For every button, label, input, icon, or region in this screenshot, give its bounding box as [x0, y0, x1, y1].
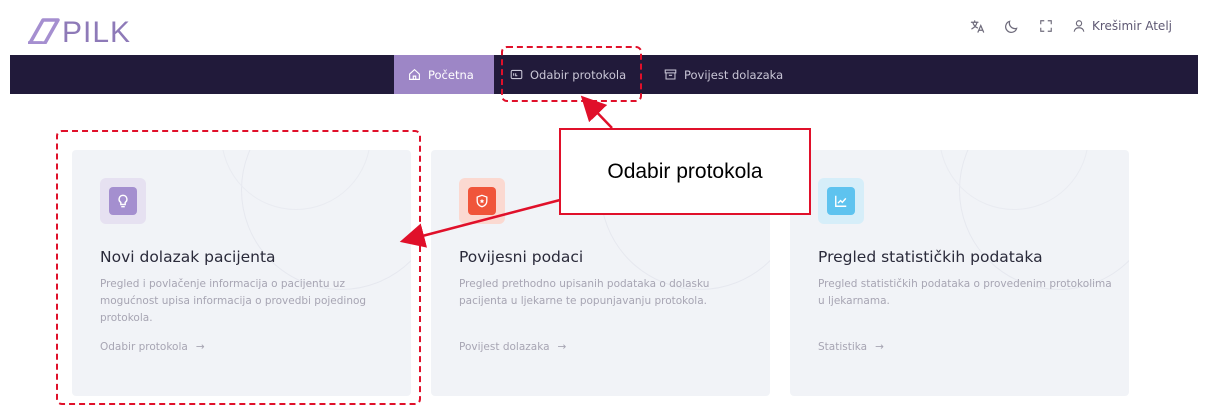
- page: PILK Krešimir Atelj Početna Odabir proto…: [0, 0, 1208, 408]
- annotation-callout-text: Odabir protokola: [607, 159, 763, 183]
- annotation-arrow-left: [399, 198, 561, 248]
- annotation-callout: Odabir protokola: [559, 128, 811, 215]
- annotation-arrow-up: [580, 95, 613, 129]
